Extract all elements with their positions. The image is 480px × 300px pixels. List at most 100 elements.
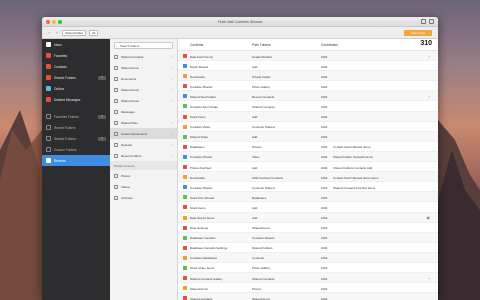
table-row[interactable]: Stock Pan Shared Databases 1001: [178, 192, 438, 203]
table-cell: 1001: [321, 155, 328, 160]
table-cell: 1001: [321, 246, 328, 251]
folder-icon: [46, 97, 51, 102]
table-row[interactable]: Contacts Shared Contents Shared 1001 Shared…: [178, 182, 438, 193]
sidebar-item[interactable]: Shared Folders 3: [42, 72, 110, 83]
table-cell: Date Fetch Items: [190, 54, 213, 59]
sidebar-item-label: Custom Folders: [54, 147, 77, 152]
table-cell: 1001: [321, 74, 328, 79]
fullscreen-icon[interactable]: [429, 19, 434, 24]
table-row[interactable]: Database Contacts Settings Shared Folders…: [178, 243, 438, 253]
sidebar-item[interactable]: Recents: [42, 155, 110, 166]
table-row[interactable]: Shared Contacts Gallery Shared Contacts 10…: [178, 273, 438, 284]
chevron-right-icon[interactable]: ›: [429, 94, 430, 99]
table-row[interactable]: Shared Video Add 1001: [178, 131, 438, 142]
folder-icon: [114, 98, 118, 103]
folder-list-item[interactable]: Shared Items ›: [110, 62, 177, 73]
sidebar-item[interactable]: Recent Folders: [42, 122, 110, 133]
file-icon: [183, 265, 187, 270]
table-row[interactable]: Photos Fetched Add 1001 Shared Folders Cont…: [178, 162, 438, 173]
file-icon: [183, 114, 187, 119]
back-button[interactable]: ‹: [46, 30, 52, 36]
table-row[interactable]: Date Stored Items Add 1001 ◉: [178, 212, 438, 223]
table-row[interactable]: Date Settings Shared Items 1001: [178, 223, 438, 233]
sidebar-item-label: Outbox: [54, 86, 65, 91]
table-row[interactable]: Database Contacts Contacts Shared 1001: [178, 232, 438, 243]
table-row[interactable]: Date Fetch Items Header/default 1001 ›: [178, 51, 438, 62]
share-icon[interactable]: [421, 19, 426, 24]
folder-list-label: Shared Items: [121, 98, 139, 103]
table-row[interactable]: Contacts Databases Contents 1001: [178, 252, 438, 263]
table-row[interactable]: Contacts Sent Folder Shared Contacts 1001: [178, 101, 438, 112]
table-cell: Shared Contacts: [252, 276, 275, 281]
folder-list-item[interactable]: Shared Items ›: [110, 84, 177, 95]
table-cell: 1001: [321, 94, 328, 99]
sidebar-item[interactable]: Favorites: [42, 50, 110, 61]
folder-icon: [46, 42, 51, 47]
filter-selector[interactable]: All: [89, 29, 99, 36]
table-row[interactable]: Shared Contacts Shared Items 1001: [178, 293, 438, 300]
chevron-right-icon[interactable]: ›: [429, 54, 430, 59]
sidebar-item[interactable]: Custom Folders: [42, 144, 110, 155]
table-cell: Shared Items: [190, 286, 208, 291]
table-cell: 1001: [321, 216, 328, 220]
sidebar-item[interactable]: Inbox: [42, 39, 110, 50]
table-row[interactable]: Stock Items Add 1001: [178, 111, 438, 122]
file-icon: [183, 64, 187, 69]
table-row[interactable]: Databases Photos 1001 Contact Fetch Shared …: [178, 142, 438, 152]
table-cell: Stock Video Items: [190, 266, 215, 271]
folder-list-item[interactable]: Videos: [110, 181, 177, 192]
table-cell: 1001: [321, 135, 328, 140]
file-icon: [183, 296, 187, 300]
count-badge: 1: [98, 136, 106, 141]
file-icon: [183, 245, 187, 250]
table-cell: Shared Items: [252, 226, 270, 231]
sidebar-item-label: Inbox: [54, 42, 62, 47]
forward-button[interactable]: ›: [54, 30, 60, 36]
sidebar-item[interactable]: Shared Folders 1: [42, 133, 110, 144]
table-row[interactable]: Downloads 1001 Fetched Contacts 1001 Contac…: [178, 172, 438, 183]
table-cell: Contacts Video: [190, 125, 211, 130]
count-badge: 3: [98, 75, 106, 80]
table-cell: 1001: [321, 104, 328, 109]
table-row[interactable]: Contacts Shared Photo Gallery 1001: [178, 81, 438, 92]
path-selector[interactable]: Shared folder: [62, 29, 87, 36]
chevron-right-icon[interactable]: ›: [429, 276, 430, 281]
file-icon: [183, 134, 187, 139]
column-header-contents[interactable]: Contents: [190, 43, 203, 47]
folder-list-item[interactable]: Messages: [110, 106, 177, 117]
column-header-contributes[interactable]: Contributes: [321, 43, 338, 47]
folder-list-item[interactable]: Shared Files ›: [110, 117, 177, 128]
column-header-path[interactable]: Path Folders: [252, 43, 271, 47]
folder-list-item[interactable]: Archives: [110, 192, 177, 203]
preview-icon[interactable]: ◉: [427, 215, 431, 220]
folder-list-item[interactable]: Documents ›: [110, 73, 177, 84]
sidebar-item[interactable]: Deleted Messages: [42, 94, 110, 105]
table-cell: Add: [252, 216, 258, 220]
table-row[interactable]: Downloads Private Folder 1001: [178, 71, 438, 82]
file-icon: [183, 175, 187, 180]
table-row[interactable]: Stock Items Add 1001: [178, 202, 438, 213]
table-row[interactable]: Stock Shared Add 1001: [178, 61, 438, 72]
table-cell: 1001: [321, 226, 328, 231]
folder-list-label: Shared Contacts: [121, 54, 144, 59]
chevron-right-icon: ›: [171, 131, 173, 136]
table-row[interactable]: Contacts Photos Video 1001 Shared Folder Co…: [178, 151, 438, 163]
folder-list-item[interactable]: Network ›: [110, 139, 177, 150]
sidebar-item[interactable]: Favorites Folders 1: [42, 111, 110, 122]
table-row[interactable]: Shared Sent Folder Recent Contacts 1001 ›: [178, 91, 438, 102]
table-row[interactable]: Contacts Video Contents Shared 1001: [178, 122, 438, 132]
finder-window: Fetch Mail Contents Window ‹ › Shared fo…: [42, 17, 438, 300]
folder-list-item[interactable]: Shared Items ›: [110, 95, 177, 106]
table-cell: Shared Folders Contacts Add: [333, 165, 373, 170]
folder-list-item[interactable]: Photos: [110, 170, 177, 181]
table-row[interactable]: Stock Video Items Photo Gallery 1001: [178, 263, 438, 274]
folder-search-input[interactable]: ⌕ Search folders: [114, 42, 173, 49]
table-row[interactable]: Shared Items Photos 1001: [178, 283, 438, 294]
folder-list-item[interactable]: Custom Documents ›: [110, 128, 177, 139]
sidebar-item[interactable]: Outbox: [42, 83, 110, 94]
folder-list-item[interactable]: Recent Folders ›: [110, 150, 177, 161]
sidebar-item[interactable]: Contacts: [42, 61, 110, 72]
fetch-mail-button[interactable]: Fetch Mail: [404, 30, 432, 36]
folder-list-label: Photos: [121, 173, 131, 178]
folder-list-item[interactable]: Shared Contacts ›: [110, 51, 177, 62]
